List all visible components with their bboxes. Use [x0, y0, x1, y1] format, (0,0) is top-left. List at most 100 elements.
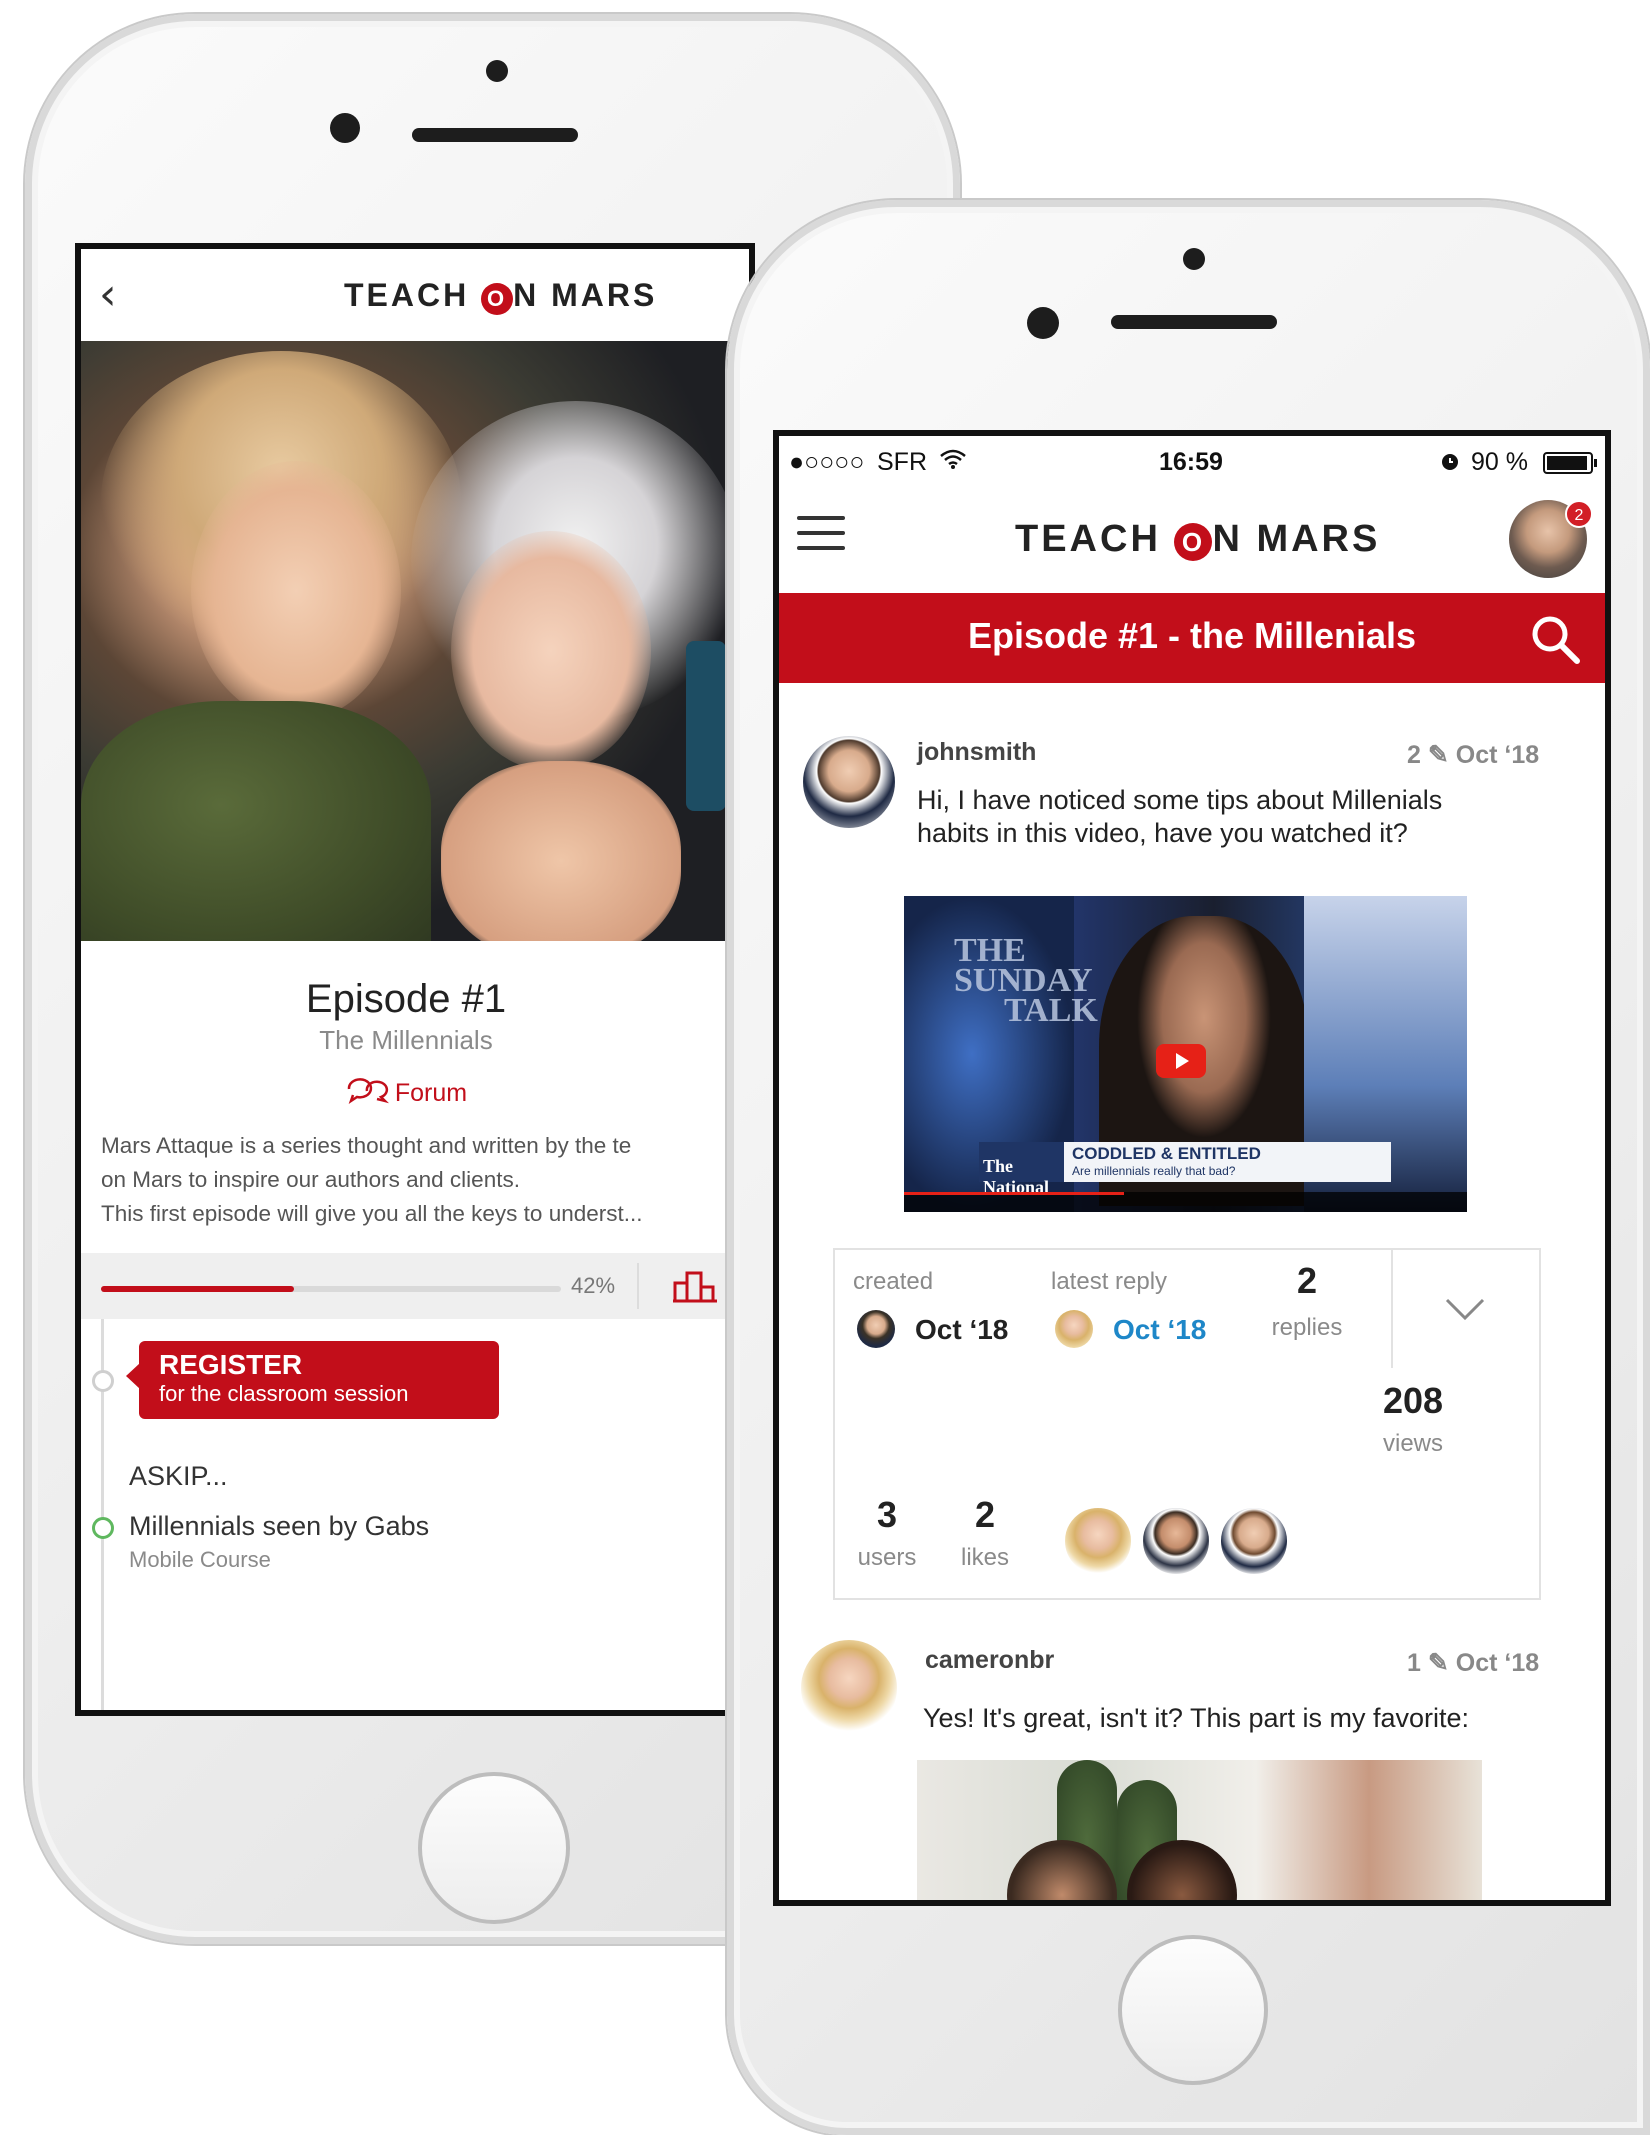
creator-avatar: [857, 1310, 895, 1348]
post-meta: 1 ✎ Oct ‘18: [1407, 1648, 1539, 1678]
video-show-title-line: TALK: [1004, 992, 1098, 1029]
divider: [1391, 1250, 1393, 1368]
latest-replier-avatar: [1055, 1310, 1093, 1348]
progress-row: 42%: [81, 1253, 749, 1319]
askip-section-label: ASKIP...: [129, 1461, 228, 1491]
search-icon[interactable]: [1527, 611, 1583, 667]
created-label: created: [853, 1268, 934, 1295]
edit-count: 1: [1407, 1649, 1421, 1677]
progress-percent: 42%: [571, 1273, 616, 1298]
front-phone-camera: [1027, 307, 1059, 339]
post-body: Yes! It's great, isn't it? This part is …: [923, 1703, 1470, 1733]
users-label: users: [857, 1544, 917, 1571]
description-line: on Mars to inspire our authors and clien…: [101, 1167, 520, 1192]
notification-badge: 2: [1565, 500, 1593, 528]
divider: [637, 1263, 639, 1309]
likes-label: likes: [960, 1544, 1009, 1571]
embedded-video[interactable]: THE SUNDAY TALK The National CODDLED & E…: [904, 896, 1467, 1212]
topic-title: Episode #1 - the Millenials: [967, 615, 1417, 656]
episode-description: Mars Attaque is a series thought and wri…: [101, 1129, 749, 1231]
post-author-avatar[interactable]: [801, 1640, 897, 1736]
hamburger-icon[interactable]: [797, 516, 845, 552]
course-item-type: Mobile Course: [129, 1547, 271, 1572]
post-body-line: habits in this video, have you watched i…: [917, 818, 1408, 848]
replies-count: 2: [1296, 1260, 1318, 1301]
post-username[interactable]: johnsmith: [917, 738, 1036, 767]
battery-icon: [1543, 452, 1597, 474]
video-network-logo: The National: [979, 1142, 1064, 1197]
edit-count: 2: [1407, 741, 1421, 769]
chat-bubbles-icon: [347, 1078, 389, 1105]
episode-title: Episode #1: [305, 977, 507, 1021]
rocket-logo-icon: O: [481, 283, 514, 315]
bar-chart-icon[interactable]: [671, 1269, 719, 1305]
timeline-dot: [92, 1370, 114, 1392]
post-meta: 2 ✎ Oct ‘18: [1407, 740, 1539, 770]
front-phone-screen: ●○○○○ SFR 16:59 90 % TEACH ON MARS 2 Epi…: [773, 430, 1611, 1906]
chevron-down-icon[interactable]: [1443, 1286, 1487, 1330]
front-phone-sensor: [1183, 248, 1205, 270]
video-controls[interactable]: [904, 1192, 1467, 1212]
app-header: TEACH ON MARS 2: [779, 488, 1605, 593]
views-count: 208: [1382, 1380, 1444, 1421]
replies-label: replies: [1271, 1314, 1343, 1341]
brand-logo-left: TEACH: [344, 277, 470, 313]
back-phone-speaker: [412, 128, 578, 142]
register-title: REGISTER: [159, 1349, 303, 1380]
back-arrow-icon[interactable]: ‹: [99, 269, 117, 320]
progress-fill: [101, 1286, 295, 1292]
forum-link[interactable]: Forum: [81, 1075, 731, 1108]
brand-logo-right: N MARS: [513, 277, 658, 313]
brand-logo-right: N MARS: [1212, 518, 1381, 560]
description-line: This first episode will give you all the…: [101, 1201, 643, 1226]
rocket-logo-icon: O: [1174, 523, 1213, 561]
likes-count: 2: [974, 1494, 996, 1535]
topic-stats-panel: created Oct ‘18 latest reply Oct ‘18 2 r…: [833, 1248, 1541, 1600]
episode-hero-photo: [81, 341, 731, 941]
play-icon[interactable]: [1156, 1044, 1206, 1078]
pencil-icon: ✎: [1427, 1649, 1449, 1677]
post-username[interactable]: cameronbr: [925, 1646, 1054, 1675]
signal-strength: ●○○○○: [789, 448, 865, 476]
back-phone-screen: ‹ TEACH ON MARS Episode #1 The Millennia…: [75, 243, 755, 1716]
back-app-header: ‹ TEACH ON MARS: [81, 249, 749, 341]
register-subtitle: for the classroom session: [159, 1381, 409, 1406]
register-button[interactable]: REGISTER for the classroom session: [126, 1341, 499, 1419]
stage: ‹ TEACH ON MARS Episode #1 The Millennia…: [0, 0, 1650, 2135]
episode-subtitle: The Millennials: [319, 1025, 493, 1055]
forum-label: Forum: [394, 1079, 468, 1107]
post-body: Hi, I have noticed some tips about Mille…: [917, 784, 1442, 850]
back-phone-camera: [330, 113, 360, 143]
post-author-avatar[interactable]: [803, 736, 895, 828]
progress-bar: [101, 1286, 561, 1292]
video-show-title: THE SUNDAY TALK: [954, 934, 1098, 1029]
views-label: views: [1382, 1430, 1443, 1457]
post-body-line: Hi, I have noticed some tips about Mille…: [917, 785, 1443, 815]
front-phone-home-button[interactable]: [1118, 1935, 1268, 2085]
video-headline: CODDLED & ENTITLED: [1072, 1144, 1261, 1163]
brand-logo-left: TEACH: [1015, 518, 1161, 560]
latest-reply-label: latest reply: [1051, 1268, 1168, 1295]
course-item-title[interactable]: Millennials seen by Gabs: [129, 1511, 429, 1542]
back-phone-sensor: [486, 60, 508, 82]
video-subheadline: Are millennials really that bad?: [1072, 1164, 1236, 1178]
topic-title-bar: Episode #1 - the Millenials: [779, 593, 1605, 683]
post-date: Oct ‘18: [1455, 1649, 1540, 1677]
status-bar: ●○○○○ SFR 16:59 90 %: [779, 436, 1605, 488]
post-date: Oct ‘18: [1455, 741, 1540, 769]
timeline-dot-complete: [92, 1517, 114, 1539]
clock-time: 16:59: [1159, 448, 1223, 476]
created-date: Oct ‘18: [915, 1314, 1009, 1345]
latest-reply-date[interactable]: Oct ‘18: [1113, 1314, 1206, 1346]
participant-avatar[interactable]: [1141, 1506, 1211, 1576]
front-phone-speaker: [1111, 315, 1277, 329]
participant-avatar[interactable]: [1063, 1506, 1133, 1576]
description-line: Mars Attaque is a series thought and wri…: [101, 1133, 632, 1158]
back-phone-home-button[interactable]: [418, 1772, 570, 1924]
battery-percent: 90 %: [1471, 448, 1528, 476]
brand-logo: TEACH ON MARS: [344, 277, 657, 315]
users-count: 3: [876, 1494, 898, 1535]
participant-avatar[interactable]: [1219, 1506, 1289, 1576]
pencil-icon: ✎: [1427, 741, 1449, 769]
post-embedded-photo[interactable]: [917, 1760, 1482, 1900]
